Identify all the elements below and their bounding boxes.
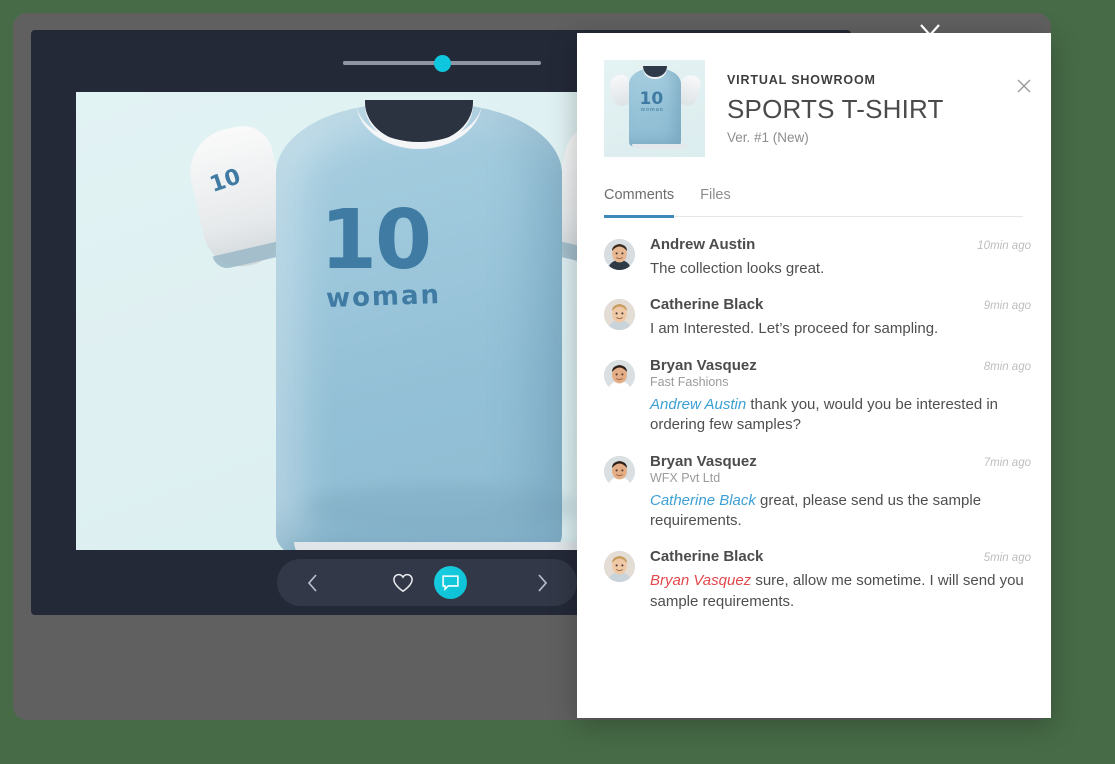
thumb-tshirt-body: 10 woman xyxy=(628,66,688,149)
comment-organization: WFX Pvt Ltd xyxy=(650,470,721,485)
comment-header: Bryan Vasquez 7min ago xyxy=(650,453,1031,470)
slider-fill xyxy=(343,61,442,65)
panel-header-text: VIRTUAL SHOWROOM SPORTS T-SHIRT Ver. #1 … xyxy=(727,60,944,157)
comment-text: The collection looks great. xyxy=(650,260,825,277)
thumb-collar xyxy=(642,66,667,77)
chevron-down-icon[interactable] xyxy=(918,22,942,40)
avatar[interactable] xyxy=(604,239,635,270)
comment-mention[interactable]: Bryan Vasquez xyxy=(650,572,751,589)
comment-header: Andrew Austin 10min ago xyxy=(650,236,1031,253)
panel-header: 10 woman VIRTUAL SHOWROOM SPORTS T-SHIRT… xyxy=(577,33,1051,157)
fabric-shadow xyxy=(306,484,576,530)
tshirt-collar-trim xyxy=(356,99,482,149)
comment-organization: Fast Fashions xyxy=(650,374,729,389)
thumb-hem xyxy=(631,144,688,149)
tab-files[interactable]: Files xyxy=(700,187,731,216)
comment-header: Bryan Vasquez 8min ago xyxy=(650,357,1031,374)
thumbnail-tshirt-art: 10 woman xyxy=(607,66,702,149)
details-panel: 10 woman VIRTUAL SHOWROOM SPORTS T-SHIRT… xyxy=(577,33,1051,718)
comment-text: Catherine Black great, please send us th… xyxy=(650,491,1031,532)
panel-tabs: Comments Files xyxy=(604,187,1023,218)
avatar[interactable] xyxy=(604,551,635,583)
comment-body: Bryan Vasquez 8min ago Fast Fashions Andrew… xyxy=(650,357,1031,436)
tshirt-print-number: 10 xyxy=(320,193,432,288)
comment-body: Andrew Austin 10min ago The collection loo… xyxy=(650,236,1031,279)
panel-eyebrow: VIRTUAL SHOWROOM xyxy=(727,73,876,87)
heart-icon[interactable] xyxy=(388,568,418,598)
thumb-print-word: woman xyxy=(640,107,664,113)
thumb-print-number: 10 xyxy=(639,89,664,109)
tshirt-print-word: woman xyxy=(325,280,442,314)
avatar[interactable] xyxy=(604,455,635,487)
comment-body: Catherine Black 9min ago I am Interested. … xyxy=(650,296,1031,339)
avatar[interactable] xyxy=(604,359,635,391)
comment-author: Andrew Austin xyxy=(650,236,756,253)
comment-author: Bryan Vasquez xyxy=(650,452,757,470)
comment-item: Catherine Black 5min ago Bryan Vasquez sur… xyxy=(604,548,1031,612)
slider-thumb[interactable] xyxy=(433,54,451,72)
comment-item: Catherine Black 9min ago I am Interested. … xyxy=(604,296,1031,339)
comment-author: Bryan Vasquez xyxy=(650,356,757,374)
comment-timestamp: 10min ago xyxy=(977,240,1031,252)
comment-body: Bryan Vasquez 7min ago WFX Pvt Ltd Catherin… xyxy=(650,453,1031,532)
tshirt-body: 10 woman xyxy=(276,100,588,550)
next-item-button[interactable] xyxy=(529,570,555,596)
page-title: SPORTS T-SHIRT xyxy=(727,94,944,124)
version-label: Ver. #1 (New) xyxy=(727,129,809,145)
comment-timestamp: 9min ago xyxy=(983,300,1031,313)
comment-mention[interactable]: Andrew Austin xyxy=(650,396,746,413)
tshirt-hem xyxy=(294,542,588,550)
comment-header: Catherine Black 9min ago xyxy=(650,296,1031,313)
comment-text: Andrew Austin thank you, would you be in… xyxy=(650,395,1031,436)
tab-comments[interactable]: Comments xyxy=(604,187,675,218)
sleeve-number-left: 10 xyxy=(206,164,244,198)
comments-list[interactable]: Andrew Austin 10min ago The collection loo… xyxy=(604,217,1031,704)
comment-mention[interactable]: Catherine Black xyxy=(650,492,756,509)
prev-item-button[interactable] xyxy=(299,570,325,596)
comment-timestamp: 8min ago xyxy=(983,360,1031,373)
comment-author: Catherine Black xyxy=(650,548,764,566)
comment-item: Bryan Vasquez 8min ago Fast Fashions Andrew… xyxy=(604,357,1031,436)
comment-timestamp: 7min ago xyxy=(983,456,1031,469)
comment-bubble-icon[interactable] xyxy=(433,566,467,599)
comment-author: Catherine Black xyxy=(650,296,764,314)
viewer-toolbar xyxy=(277,559,577,606)
avatar-art xyxy=(604,299,635,331)
comment-body: Catherine Black 5min ago Bryan Vasquez sur… xyxy=(650,548,1031,612)
comment-item: Andrew Austin 10min ago The collection loo… xyxy=(604,236,1031,279)
comment-item: Bryan Vasquez 7min ago WFX Pvt Ltd Catherin… xyxy=(604,453,1031,532)
comment-header: Catherine Black 5min ago xyxy=(650,548,1031,565)
timeline-slider[interactable] xyxy=(343,54,541,72)
product-tshirt-render: 10 10 10 woman xyxy=(181,100,657,550)
product-thumbnail[interactable]: 10 woman xyxy=(604,60,705,157)
close-icon[interactable] xyxy=(1013,75,1035,97)
avatar-art xyxy=(604,551,635,583)
comment-text: Bryan Vasquez sure, allow me sometime. I… xyxy=(650,571,1031,612)
avatar[interactable] xyxy=(604,299,635,331)
comment-text: I am Interested. Let’s proceed for sampl… xyxy=(650,320,939,338)
avatar-art xyxy=(604,359,635,391)
comment-timestamp: 5min ago xyxy=(983,552,1031,565)
avatar-art xyxy=(604,455,635,487)
avatar-art xyxy=(604,239,635,270)
toolbar-actions xyxy=(388,566,467,599)
